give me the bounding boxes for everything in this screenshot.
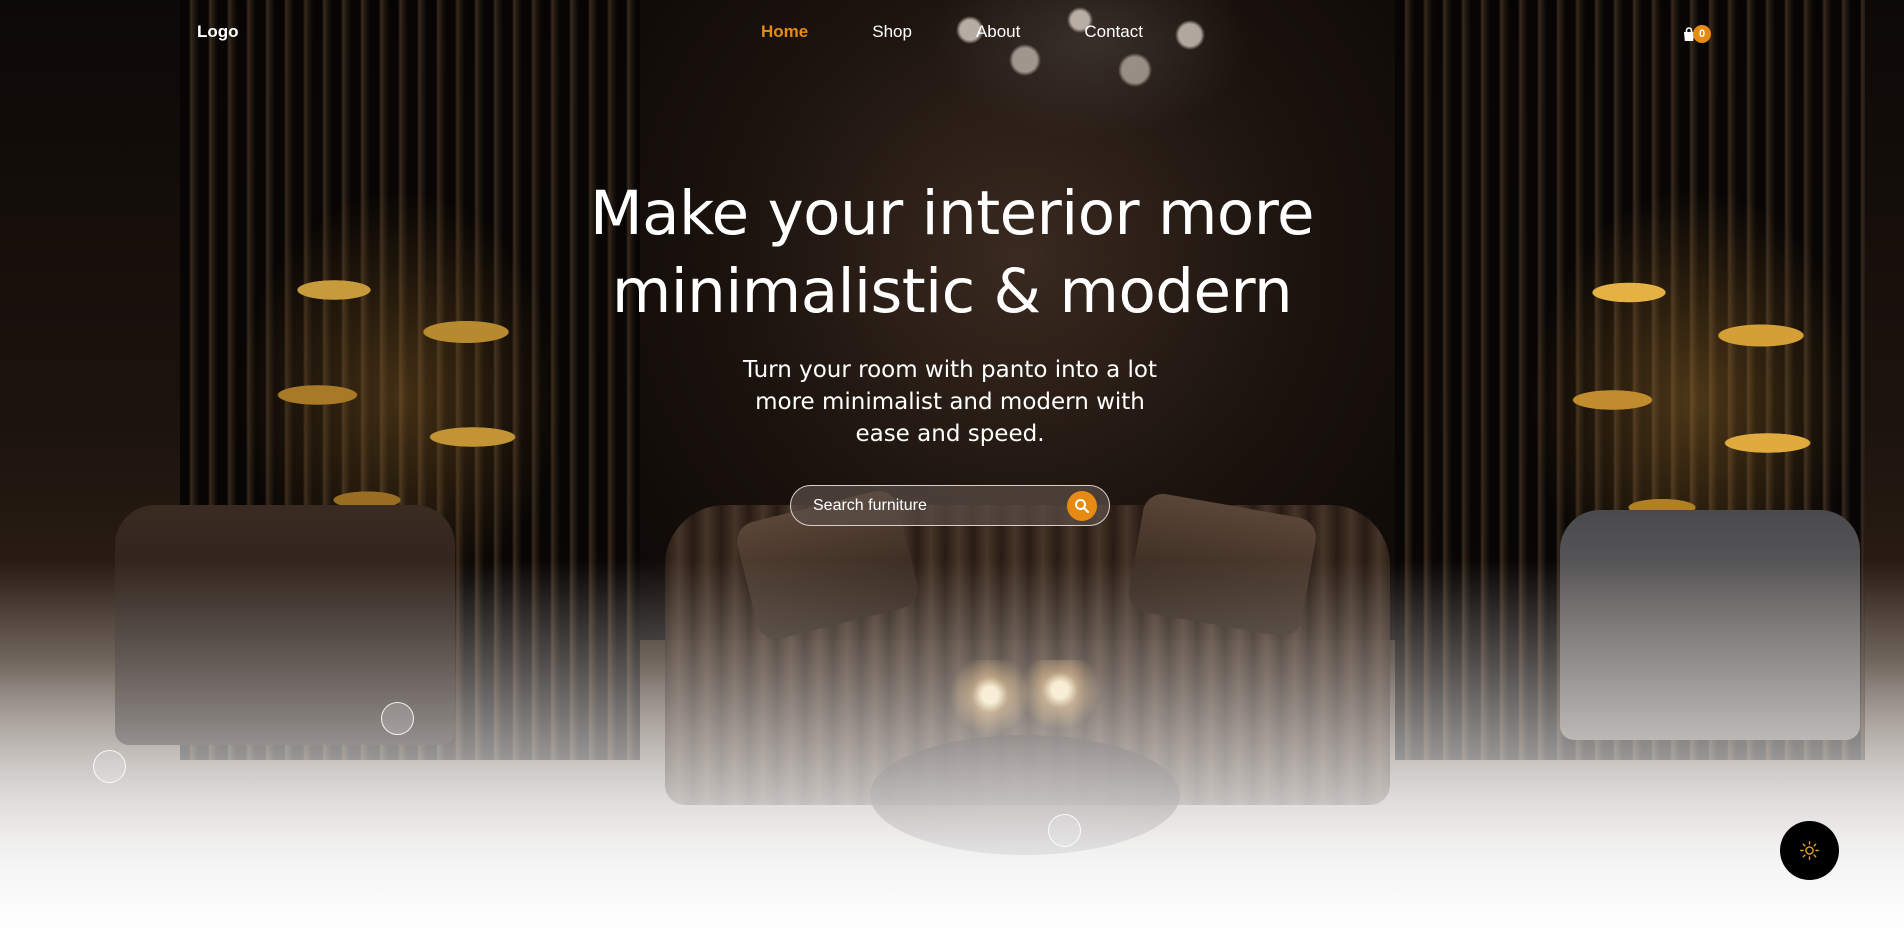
nav-link-shop[interactable]: Shop [872, 22, 912, 42]
subtitle-line: Turn your room with panto into a lot [743, 357, 1157, 383]
hero-headline: Make your interior more minimalistic & m… [552, 175, 1352, 331]
theme-toggle-button[interactable] [1780, 821, 1839, 880]
hotspot-dot[interactable] [381, 702, 414, 735]
navbar: Logo Home Shop About Contact 0 [0, 0, 1904, 68]
hotspot-dot[interactable] [93, 750, 126, 783]
subtitle-line: more minimalist and modern with [755, 389, 1145, 415]
search-input[interactable] [813, 486, 1053, 525]
hero-background [0, 0, 1904, 942]
headline-line: Make your interior more [589, 178, 1315, 249]
cart-button[interactable]: 0 [1681, 22, 1717, 46]
floor-fade [0, 560, 1904, 942]
logo[interactable]: Logo [197, 22, 239, 42]
headline-line: minimalistic & modern [611, 256, 1293, 327]
nav-links: Home Shop About Contact [761, 22, 1207, 42]
subtitle-line: ease and speed. [855, 421, 1045, 447]
nav-link-contact[interactable]: Contact [1084, 22, 1143, 42]
nav-link-about[interactable]: About [976, 22, 1020, 42]
cart-count-badge: 0 [1693, 25, 1711, 43]
hero-subtitle: Turn your room with panto into a lot mor… [720, 354, 1180, 450]
sun-icon [1800, 841, 1819, 860]
nav-link-home[interactable]: Home [761, 22, 808, 42]
hotspot-dot[interactable] [1048, 814, 1081, 847]
search-icon [1075, 499, 1090, 514]
search-bar [790, 485, 1110, 526]
search-button[interactable] [1067, 491, 1097, 521]
